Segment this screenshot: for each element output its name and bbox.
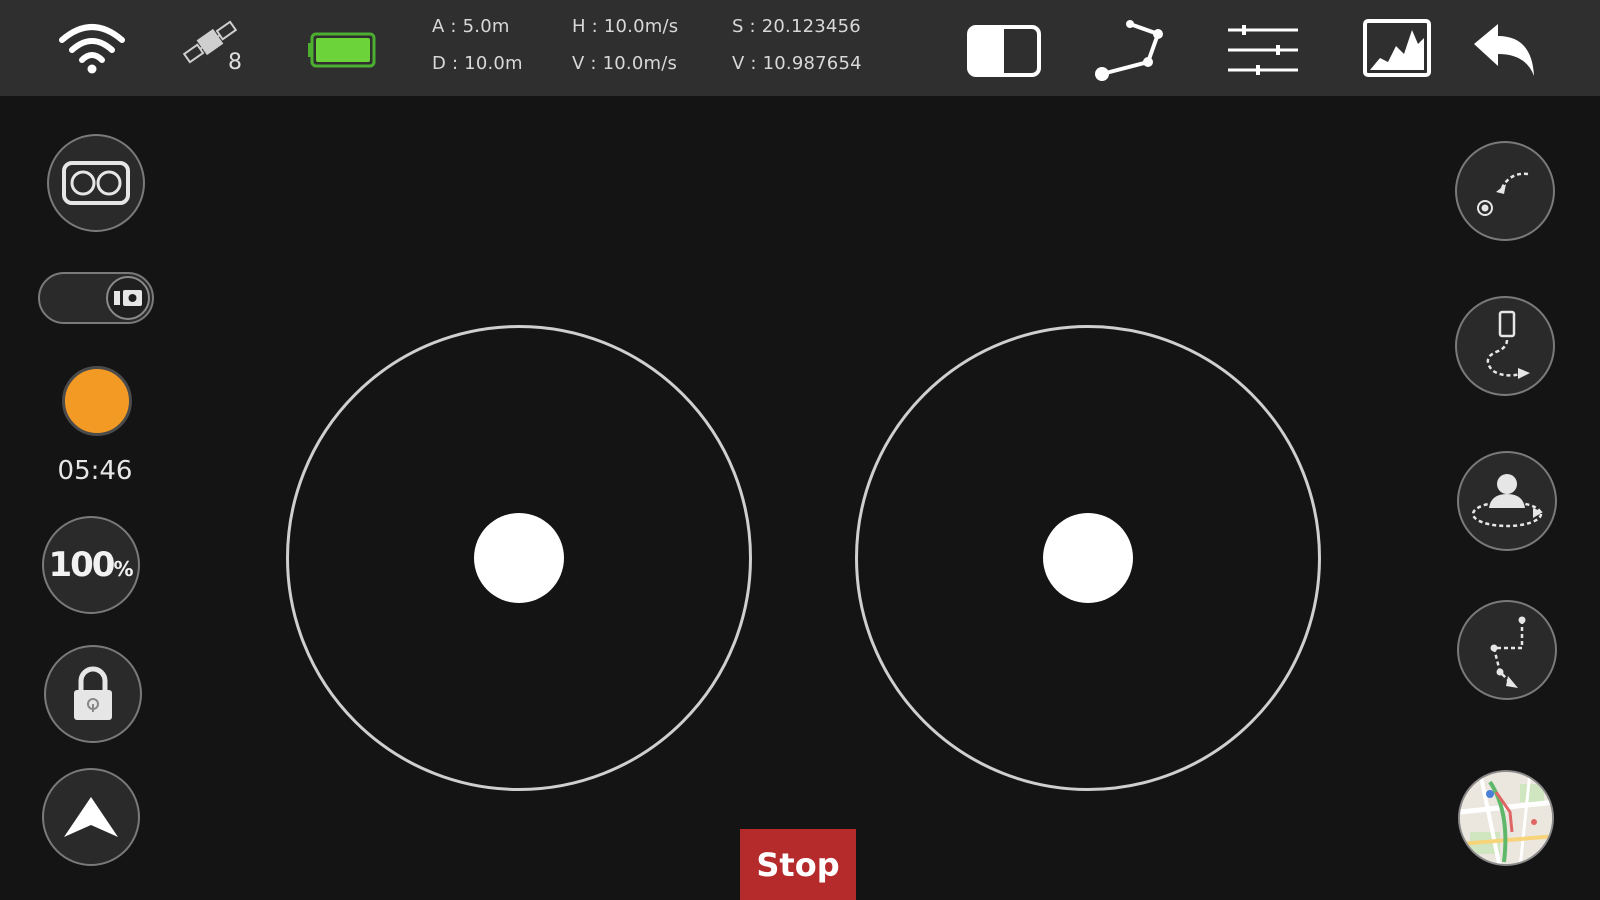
lock-icon [70, 666, 116, 722]
horizontal-speed-readout: H : 10.0m/s [572, 16, 679, 37]
vertical-speed-readout: V : 10.0m/s [572, 53, 678, 74]
arrow-up-icon [62, 795, 120, 839]
left-joystick-knob[interactable] [474, 513, 564, 603]
wifi-icon [58, 22, 126, 79]
lock-button[interactable] [44, 645, 142, 743]
longitude-readout: V : 10.987654 [732, 53, 862, 74]
waypoint-path-icon[interactable] [1092, 18, 1164, 87]
orbit-person-icon [1467, 466, 1547, 536]
speed-value: 100 [48, 545, 115, 585]
right-joystick-knob[interactable] [1043, 513, 1133, 603]
battery-icon [308, 32, 380, 73]
camera-mode-toggle[interactable] [38, 272, 154, 324]
return-home-icon [1470, 156, 1540, 226]
latitude-readout: S : 20.123456 [732, 16, 861, 37]
histogram-icon[interactable] [1362, 18, 1432, 83]
takeoff-button[interactable] [42, 768, 140, 866]
waypoints-button[interactable] [1457, 600, 1557, 700]
sliders-icon[interactable] [1226, 24, 1300, 81]
follow-phone-icon [1470, 306, 1540, 386]
back-arrow-icon[interactable] [1470, 22, 1540, 85]
split-screen-icon[interactable] [966, 24, 1042, 83]
altitude-readout: A : 5.0m [432, 16, 510, 37]
map-button[interactable] [1458, 770, 1554, 866]
waypoints-icon [1472, 610, 1542, 690]
speed-label: 100% [48, 545, 133, 585]
camera-icon [106, 276, 150, 320]
return-home-button[interactable] [1455, 141, 1555, 241]
orbit-person-button[interactable] [1457, 451, 1557, 551]
record-timer: 05:46 [57, 456, 133, 486]
speed-button[interactable]: 100% [42, 516, 140, 614]
follow-phone-button[interactable] [1455, 296, 1555, 396]
record-button[interactable] [62, 366, 132, 436]
map-icon [1460, 772, 1552, 864]
vr-glasses-button[interactable] [47, 134, 145, 232]
satellite-count: 8 [228, 50, 242, 75]
speed-unit: % [113, 557, 134, 581]
vr-glasses-icon [61, 160, 131, 206]
stop-button[interactable]: Stop [740, 829, 856, 900]
distance-readout: D : 10.0m [432, 53, 523, 74]
top-status-bar: 8 A : 5.0m D : 10.0m H : 10.0m/s V : 10.… [0, 0, 1600, 96]
